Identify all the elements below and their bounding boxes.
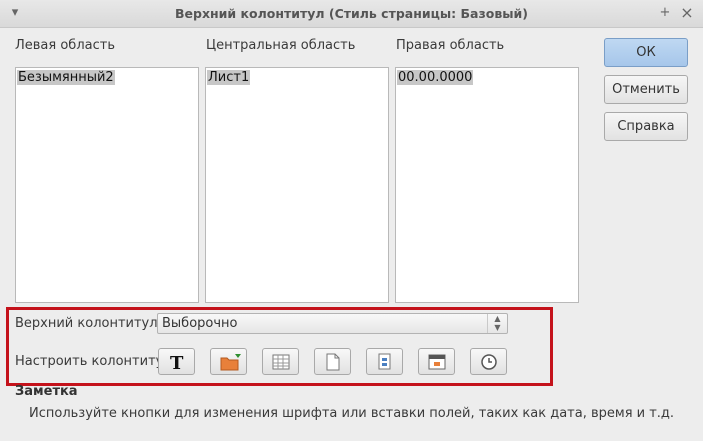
- header-type-value: Выборочно: [162, 316, 238, 331]
- time-button[interactable]: [470, 348, 507, 375]
- ok-button[interactable]: ОК: [604, 38, 688, 67]
- header-type-select[interactable]: Выборочно ▲ ▼: [157, 313, 508, 334]
- date-icon: [428, 354, 446, 370]
- pin-icon[interactable]: +: [656, 4, 674, 22]
- sheet-name-icon: [272, 354, 290, 370]
- customize-header-label: Настроить колонтитул: [15, 354, 172, 369]
- note-text: Используйте кнопки для изменения шрифта …: [29, 406, 675, 421]
- left-area-label: Левая область: [15, 38, 115, 53]
- text-attributes-icon: T: [170, 353, 184, 371]
- center-area-label: Центральная область: [206, 38, 356, 53]
- svg-text:T: T: [170, 353, 184, 371]
- note-title: Заметка: [15, 384, 78, 399]
- window-title: Верхний колонтитул (Стиль страницы: Базо…: [174, 6, 529, 21]
- right-area-editor[interactable]: 00.00.0000: [395, 67, 579, 303]
- sheet-name-button[interactable]: [262, 348, 299, 375]
- file-name-button[interactable]: [210, 348, 247, 375]
- left-area-editor[interactable]: Безымянный2: [15, 67, 199, 303]
- center-area-content: Лист1: [207, 70, 251, 85]
- pages-icon: [378, 353, 391, 370]
- close-icon[interactable]: ×: [678, 4, 696, 22]
- header-type-label: Верхний колонтитул: [15, 316, 158, 331]
- pages-button[interactable]: [366, 348, 403, 375]
- date-button[interactable]: [418, 348, 455, 375]
- text-attributes-button[interactable]: T: [158, 348, 195, 375]
- page-icon: [326, 353, 340, 371]
- right-area-content: 00.00.0000: [397, 70, 474, 85]
- file-name-icon: [220, 354, 241, 371]
- cancel-button[interactable]: Отменить: [604, 75, 688, 104]
- center-area-editor[interactable]: Лист1: [205, 67, 389, 303]
- page-button[interactable]: [314, 348, 351, 375]
- select-arrows-icon: ▲ ▼: [487, 314, 507, 333]
- left-area-content: Безымянный2: [17, 70, 115, 85]
- right-area-label: Правая область: [396, 38, 505, 53]
- time-icon: [481, 354, 497, 370]
- title-bar: ▾ Верхний колонтитул (Стиль страницы: Ба…: [0, 0, 703, 28]
- help-button[interactable]: Справка: [604, 112, 688, 141]
